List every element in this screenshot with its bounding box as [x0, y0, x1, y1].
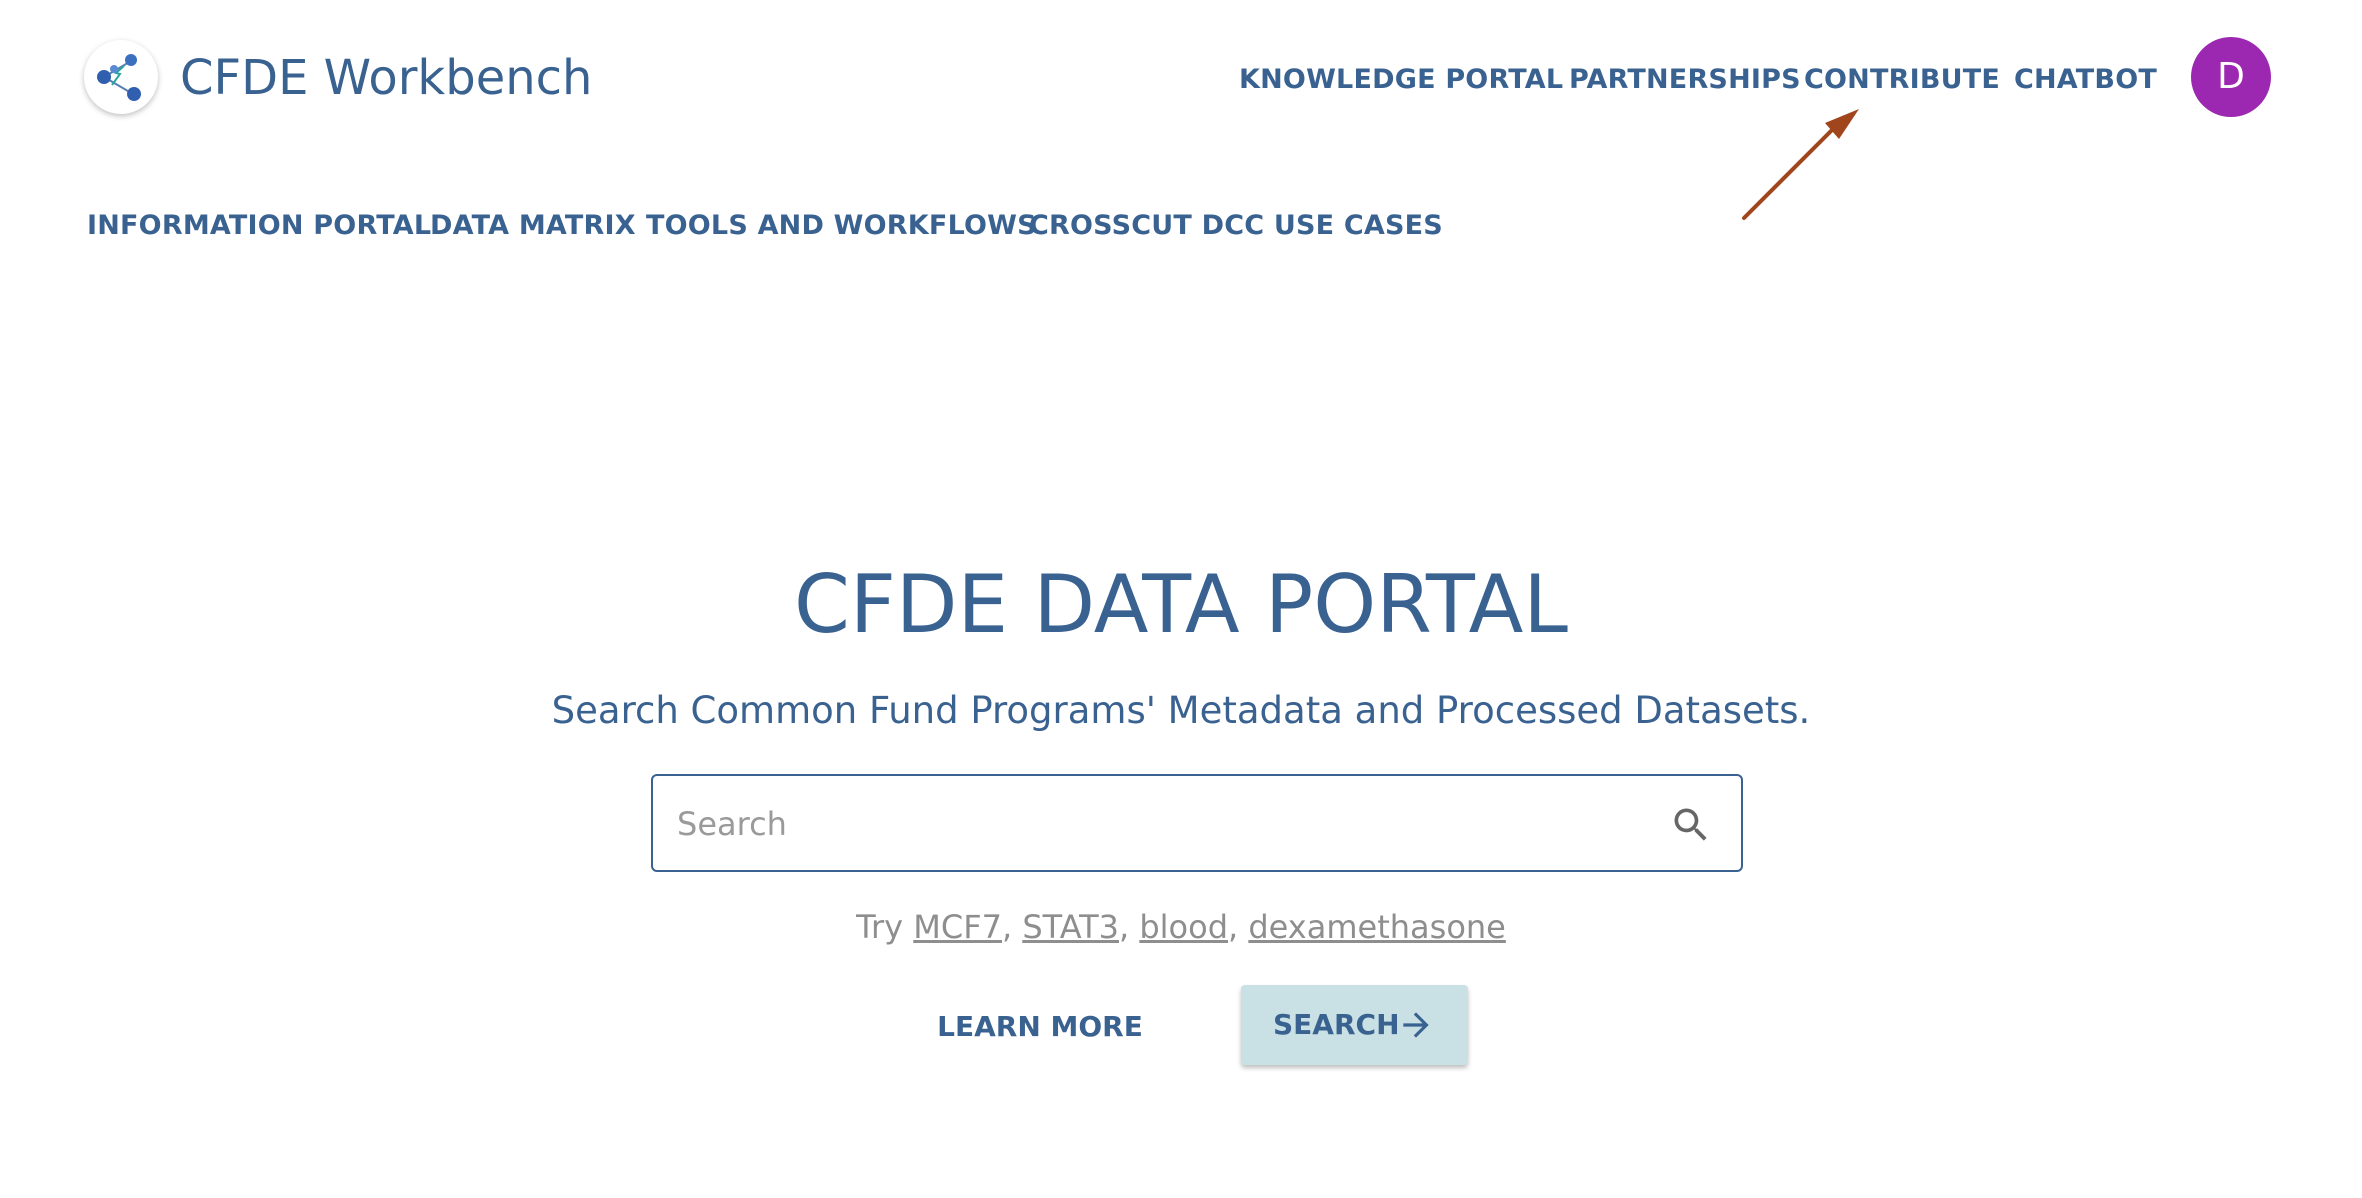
user-avatar[interactable]: D — [2191, 37, 2271, 117]
subnav-information-portal[interactable]: INFORMATION PORTAL — [87, 206, 431, 246]
subnav-tools-and-workflows[interactable]: TOOLS AND WORKFLOWS — [646, 206, 1037, 246]
nav-chatbot[interactable]: CHATBOT — [2014, 60, 2157, 100]
suggestion-separator: , — [1001, 908, 1013, 946]
subnav-crosscut-dcc-use-cases[interactable]: CROSSCUT DCC USE CASES — [1029, 206, 1443, 246]
learn-more-button[interactable]: LEARN MORE — [920, 1001, 1160, 1053]
suggestion-stat3[interactable]: STAT3 — [1022, 908, 1119, 946]
search-button[interactable]: SEARCH — [1241, 985, 1468, 1065]
search-icon[interactable] — [1669, 803, 1713, 847]
try-prefix: Try — [856, 908, 904, 946]
nav-knowledge-portal[interactable]: KNOWLEDGE PORTAL — [1239, 60, 1563, 100]
search-suggestions: Try MCF7, STAT3, blood, dexamethasone — [0, 905, 2362, 949]
search-box — [651, 774, 1743, 872]
search-button-label: SEARCH — [1273, 1008, 1400, 1041]
nav-partnerships[interactable]: PARTNERSHIPS — [1569, 60, 1801, 100]
annotation-arrow-icon — [1742, 109, 1859, 220]
suggestion-blood[interactable]: blood — [1139, 908, 1228, 946]
logo[interactable] — [84, 40, 158, 114]
page-subtitle: Search Common Fund Programs' Metadata an… — [551, 689, 1811, 732]
nav-contribute[interactable]: CONTRIBUTE — [1804, 60, 2000, 100]
suggestion-separator: , — [1228, 908, 1239, 946]
subnav-data-matrix[interactable]: DATA MATRIX — [430, 206, 636, 246]
brand-title[interactable]: CFDE Workbench — [180, 46, 592, 110]
arrow-right-icon — [1403, 1012, 1429, 1038]
suggestion-separator: , — [1119, 908, 1130, 946]
page-title: CFDE DATA PORTAL — [794, 558, 1568, 651]
suggestion-mcf7[interactable]: MCF7 — [913, 908, 1002, 946]
search-input[interactable] — [677, 798, 1637, 850]
suggestion-dexamethasone[interactable]: dexamethasone — [1248, 908, 1506, 946]
logo-molecule-icon — [97, 54, 141, 101]
